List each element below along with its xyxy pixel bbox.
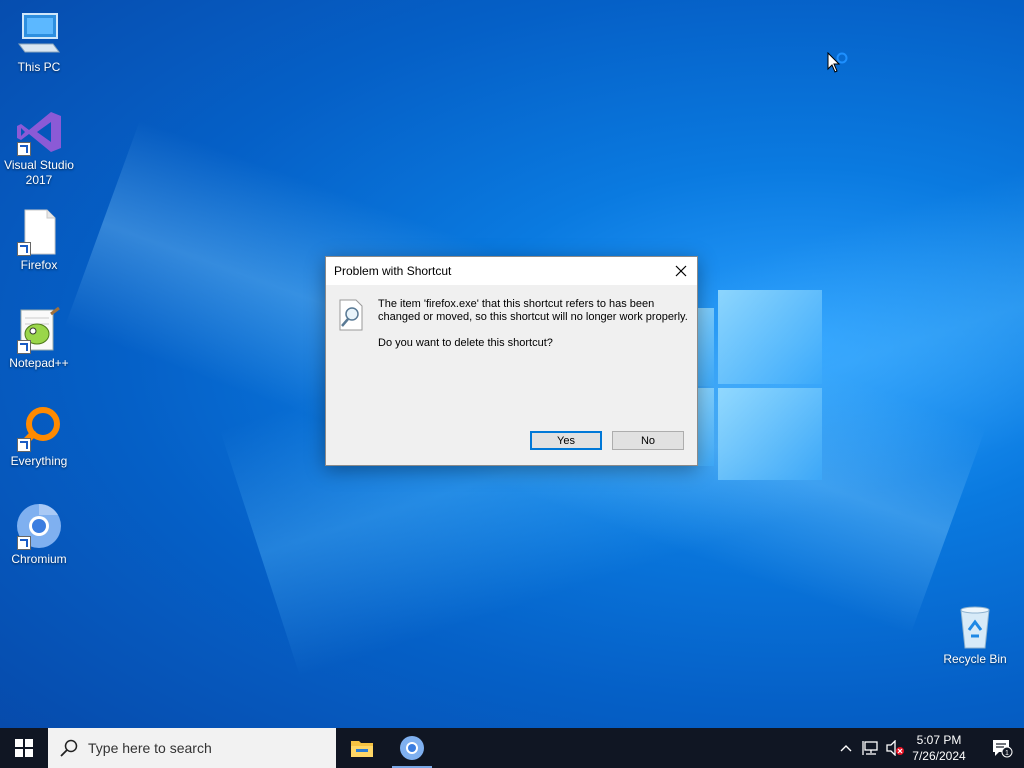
file-explorer-taskbar-button[interactable] [338,728,386,768]
network-icon [862,741,878,755]
chromium-icon [400,736,424,760]
action-center-button[interactable]: 1 [980,728,1024,768]
notepad-plus-plus-icon [15,306,63,354]
network-tray-button[interactable] [860,728,882,768]
start-button[interactable] [0,728,48,768]
yes-button[interactable]: Yes [530,431,602,450]
shortcut-arrow-icon [17,340,31,354]
dialog-titlebar[interactable]: Problem with Shortcut [326,257,697,285]
desktop-icon-label: This PC [17,60,61,74]
search-document-icon [338,299,364,331]
folder-icon [351,741,373,757]
desktop-icon-notepad-plus-plus[interactable]: Notepad++ [0,306,78,371]
desktop-icon-everything[interactable]: Everything [0,404,78,469]
desktop-icon-label: Visual Studio 2017 [4,158,74,187]
busy-cursor-icon [827,51,851,79]
show-hidden-icons-button[interactable] [836,728,856,768]
speaker-muted-icon [886,740,904,756]
desktop-icon-label: Notepad++ [9,356,69,370]
chevron-up-icon [840,745,852,752]
wallpaper-windows-logo [690,290,822,480]
close-icon [675,265,687,277]
shortcut-arrow-icon [17,438,31,452]
desktop-icon-label: Everything [10,454,68,468]
dialog-title: Problem with Shortcut [334,264,452,278]
problem-with-shortcut-dialog: Problem with Shortcut The item 'firefox.… [325,256,698,466]
computer-icon [15,10,63,58]
windows-icon [15,739,33,757]
shortcut-arrow-icon [17,142,31,156]
shortcut-arrow-icon [17,536,31,550]
notification-count: 1 [1005,750,1009,757]
clock-date: 7/26/2024 [912,749,966,763]
notification-icon: 1 [993,740,1013,758]
desktop-icon-visual-studio[interactable]: Visual Studio 2017 [0,108,78,188]
magnifier-orange-icon [15,404,63,452]
close-button[interactable] [665,257,697,285]
volume-tray-button[interactable] [884,728,906,768]
taskbar: Type here to search 5:07 PM 7/26/2024 1 [0,728,1024,768]
desktop-icon-chromium[interactable]: Chromium [0,502,78,567]
recycle-bin-icon [951,602,999,650]
visual-studio-icon [15,108,63,156]
desktop-icon-recycle-bin[interactable]: Recycle Bin [936,602,1014,667]
desktop-icon-this-pc[interactable]: This PC [0,10,78,75]
dialog-body: The item 'firefox.exe' that this shortcu… [326,285,697,465]
taskbar-search-box[interactable]: Type here to search [48,728,336,768]
blank-file-icon [15,208,63,256]
dialog-question: Do you want to delete this shortcut? [378,337,553,349]
no-button[interactable]: No [612,431,684,450]
search-icon [60,739,78,757]
clock-time: 5:07 PM [916,733,962,747]
taskbar-clock[interactable]: 5:07 PM 7/26/2024 [904,732,974,764]
desktop-icon-firefox[interactable]: Firefox [0,208,78,273]
desktop-icon-label: Firefox [20,258,58,272]
desktop-icon-label: Recycle Bin [943,652,1007,666]
search-placeholder: Type here to search [88,740,212,756]
desktop-icon-label: Chromium [11,552,67,566]
shortcut-arrow-icon [17,242,31,256]
dialog-message: The item 'firefox.exe' that this shortcu… [378,298,688,323]
chromium-icon [15,502,63,550]
chromium-taskbar-button[interactable] [388,728,436,768]
